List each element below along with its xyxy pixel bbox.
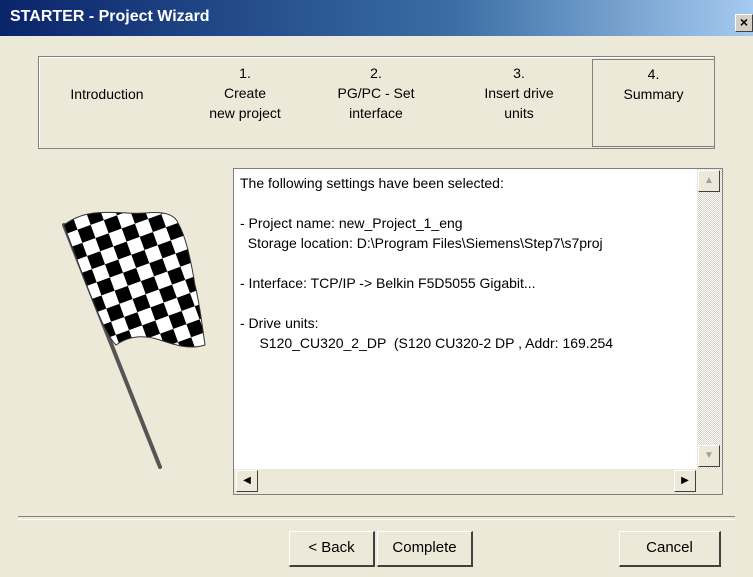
scroll-right-arrow-icon[interactable]: ▶	[674, 470, 696, 492]
step-4-number: 4.	[647, 66, 660, 82]
scroll-down-arrow-icon[interactable]: ▼	[698, 445, 720, 467]
horizontal-scrollbar[interactable]: ◀ ▶	[234, 469, 697, 494]
step-introduction-label: Introduction	[70, 86, 144, 102]
scrollbar-corner	[697, 469, 722, 494]
scroll-left-arrow-icon[interactable]: ◀	[236, 470, 258, 492]
summary-textbox[interactable]: The following settings have been selecte…	[233, 168, 723, 495]
step-3-number: 3.	[513, 65, 525, 81]
cancel-button[interactable]: Cancel	[619, 531, 721, 567]
wizard-steps-panel: Introduction 1. Create new project 2. PG…	[38, 56, 715, 149]
complete-button[interactable]: Complete	[377, 531, 473, 567]
step-2-number: 2.	[370, 65, 382, 81]
vertical-scrollbar[interactable]: ▲ ▼	[697, 169, 722, 469]
close-button[interactable]: ×	[735, 14, 753, 32]
checkered-flag-icon	[62, 211, 206, 469]
title-bar[interactable]: STARTER - Project Wizard ×	[0, 0, 753, 36]
step-3-line1: Insert drive	[484, 85, 554, 101]
step-insert-drive-units: 3. Insert drive units	[459, 63, 579, 123]
window-title: STARTER - Project Wizard	[10, 8, 210, 25]
scroll-up-arrow-icon[interactable]: ▲	[698, 170, 720, 192]
wizard-window: STARTER - Project Wizard × Introduction …	[0, 0, 753, 577]
step-1-line2: new project	[209, 105, 281, 121]
button-separator	[18, 516, 735, 520]
step-4-line1: Summary	[623, 86, 684, 102]
step-introduction: Introduction	[47, 84, 167, 104]
step-2-line1: PG/PC - Set	[337, 85, 415, 101]
back-button[interactable]: < Back	[289, 531, 375, 567]
step-set-interface: 2. PG/PC - Set interface	[311, 63, 441, 123]
step-1-number: 1.	[239, 65, 251, 81]
step-summary-active: 4. Summary	[592, 59, 715, 147]
step-create-project: 1. Create new project	[185, 63, 305, 123]
step-2-line2: interface	[349, 105, 403, 121]
step-3-line2: units	[504, 105, 534, 121]
step-1-line1: Create	[223, 85, 267, 101]
summary-text: The following settings have been selecte…	[240, 175, 614, 351]
